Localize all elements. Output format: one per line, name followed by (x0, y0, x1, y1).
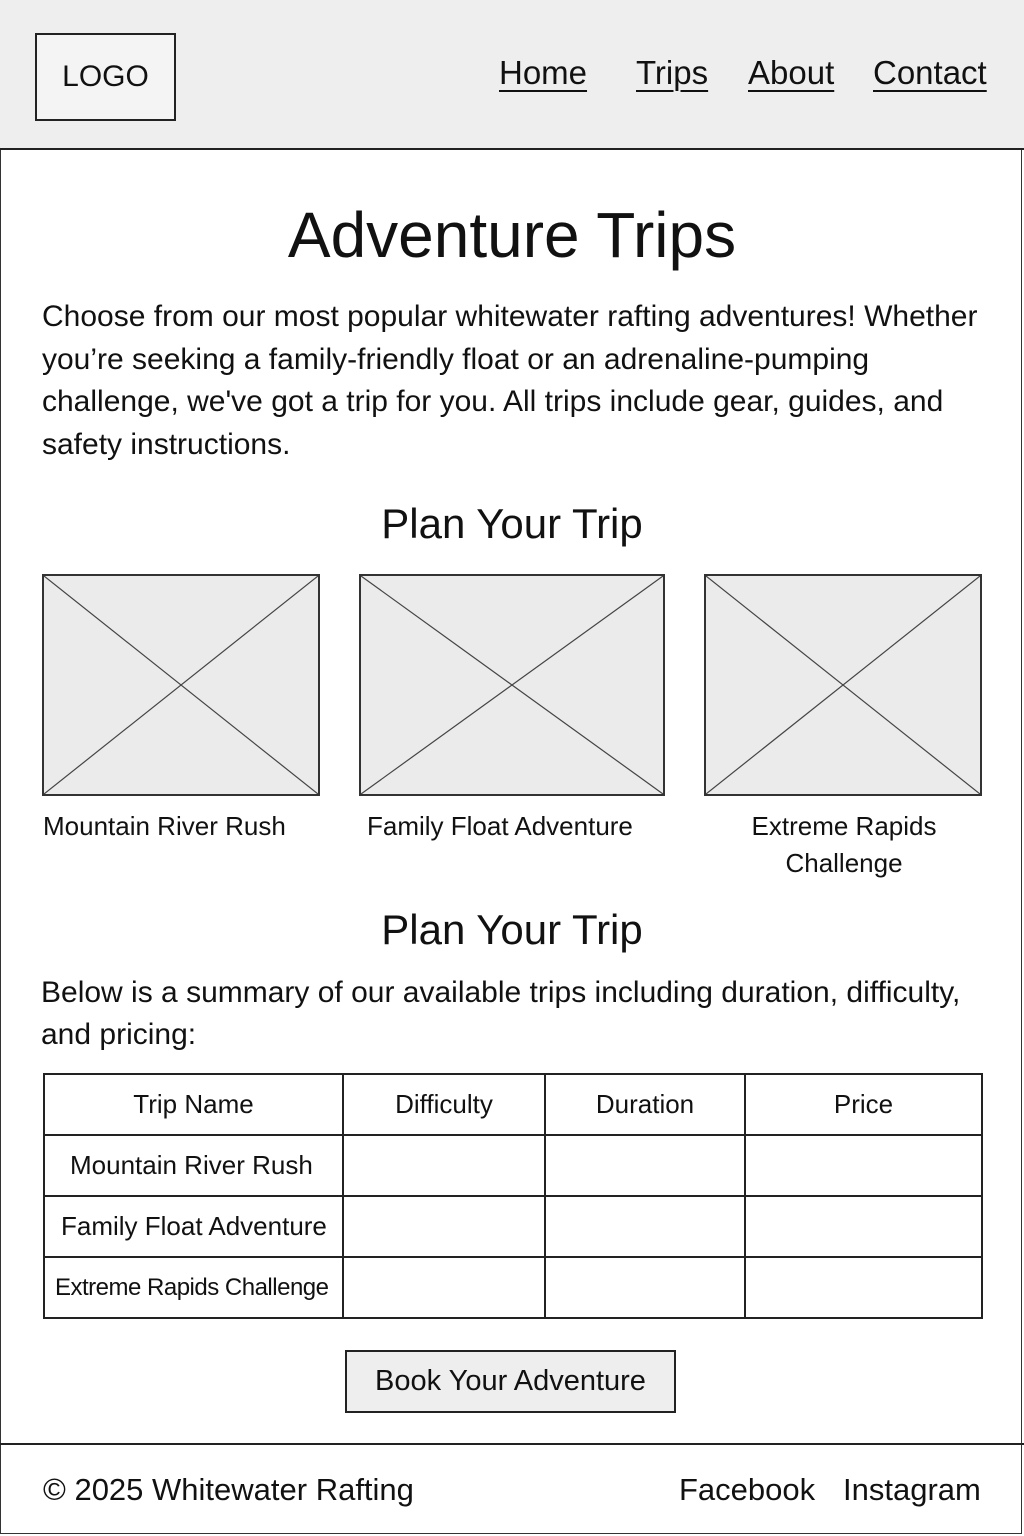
nav-trips-link[interactable]: Trips (636, 54, 708, 92)
image-placeholder-icon (361, 576, 663, 794)
nav-home-link[interactable]: Home (499, 54, 587, 92)
site-footer: © 2025 Whitewater Rafting Facebook Insta… (0, 1443, 1024, 1536)
table-row: Family Float Adventure (43, 1195, 983, 1258)
trip-card-label-family-float-adventure[interactable]: Family Float Adventure (367, 808, 633, 845)
table-heading: Plan Your Trip (381, 906, 643, 953)
price-cell (744, 1256, 983, 1319)
duration-cell (544, 1134, 746, 1197)
column-header-price: Price (744, 1073, 983, 1136)
image-placeholder-icon (44, 576, 318, 794)
difficulty-cell (342, 1256, 546, 1319)
trip-name-cell: Family Float Adventure (43, 1195, 344, 1258)
table-header-row: Trip Name Difficulty Duration Price (43, 1073, 983, 1136)
trip-name-cell: Mountain River Rush (43, 1134, 344, 1197)
page-title: Adventure Trips (287, 199, 737, 271)
book-adventure-button[interactable]: Book Your Adventure (345, 1350, 676, 1413)
trip-card-image-extreme-rapids-challenge[interactable] (704, 574, 982, 796)
site-header: LOGO Home Trips About Contact (0, 0, 1024, 150)
nav-contact-link[interactable]: Contact (873, 54, 987, 92)
table-intro-text: Below is a summary of our available trip… (41, 976, 961, 1051)
trip-name-cell: Extreme Rapids Challenge (43, 1256, 344, 1319)
instagram-link[interactable]: Instagram (843, 1472, 981, 1508)
duration-cell (544, 1195, 746, 1258)
trip-card-image-family-float-adventure[interactable] (359, 574, 665, 796)
table-row: Mountain River Rush (43, 1134, 983, 1197)
difficulty-cell (342, 1195, 546, 1258)
column-header-difficulty: Difficulty (342, 1073, 546, 1136)
trip-card-label-mountain-river-rush[interactable]: Mountain River Rush (43, 808, 286, 845)
copyright-text: © 2025 Whitewater Rafting (43, 1472, 414, 1507)
table-row: Extreme Rapids Challenge (43, 1256, 983, 1319)
cards-heading: Plan Your Trip (381, 500, 643, 547)
column-header-duration: Duration (544, 1073, 746, 1136)
image-placeholder-icon (706, 576, 980, 794)
facebook-link[interactable]: Facebook (679, 1472, 815, 1508)
trip-card-image-mountain-river-rush[interactable] (42, 574, 320, 796)
logo[interactable]: LOGO (35, 33, 176, 121)
duration-cell (544, 1256, 746, 1319)
column-header-trip-name: Trip Name (43, 1073, 344, 1136)
trips-table: Trip Name Difficulty Duration Price Moun… (43, 1073, 983, 1319)
difficulty-cell (342, 1134, 546, 1197)
intro-text: Choose from our most popular whitewater … (42, 300, 978, 461)
trip-card-label-extreme-rapids-challenge[interactable]: Extreme Rapids Challenge (724, 808, 964, 882)
nav-about-link[interactable]: About (748, 54, 834, 92)
price-cell (744, 1134, 983, 1197)
price-cell (744, 1195, 983, 1258)
